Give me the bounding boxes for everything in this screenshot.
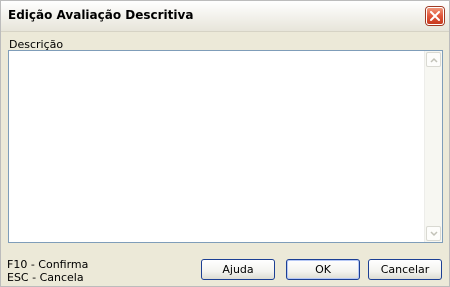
shortcut-hint-confirm: F10 - Confirma [7,258,89,271]
title-bar[interactable]: Edição Avaliação Descritiva [1,1,449,32]
close-button[interactable] [426,7,444,25]
description-textarea[interactable] [8,50,443,243]
help-button[interactable]: Ajuda [201,259,275,280]
scroll-up-button[interactable] [426,52,441,67]
cancel-button[interactable]: Cancelar [368,259,442,280]
chevron-up-icon [430,57,438,63]
ok-button[interactable]: OK [286,259,360,280]
window-title: Edição Avaliação Descritiva [8,8,194,22]
shortcut-hint-cancel: ESC - Cancela [7,271,84,284]
close-icon [430,11,440,21]
dialog-window: Edição Avaliação Descritiva Descrição F1… [0,0,450,287]
chevron-down-icon [430,231,438,237]
scroll-down-button[interactable] [426,226,441,241]
vertical-scrollbar[interactable] [424,51,442,242]
